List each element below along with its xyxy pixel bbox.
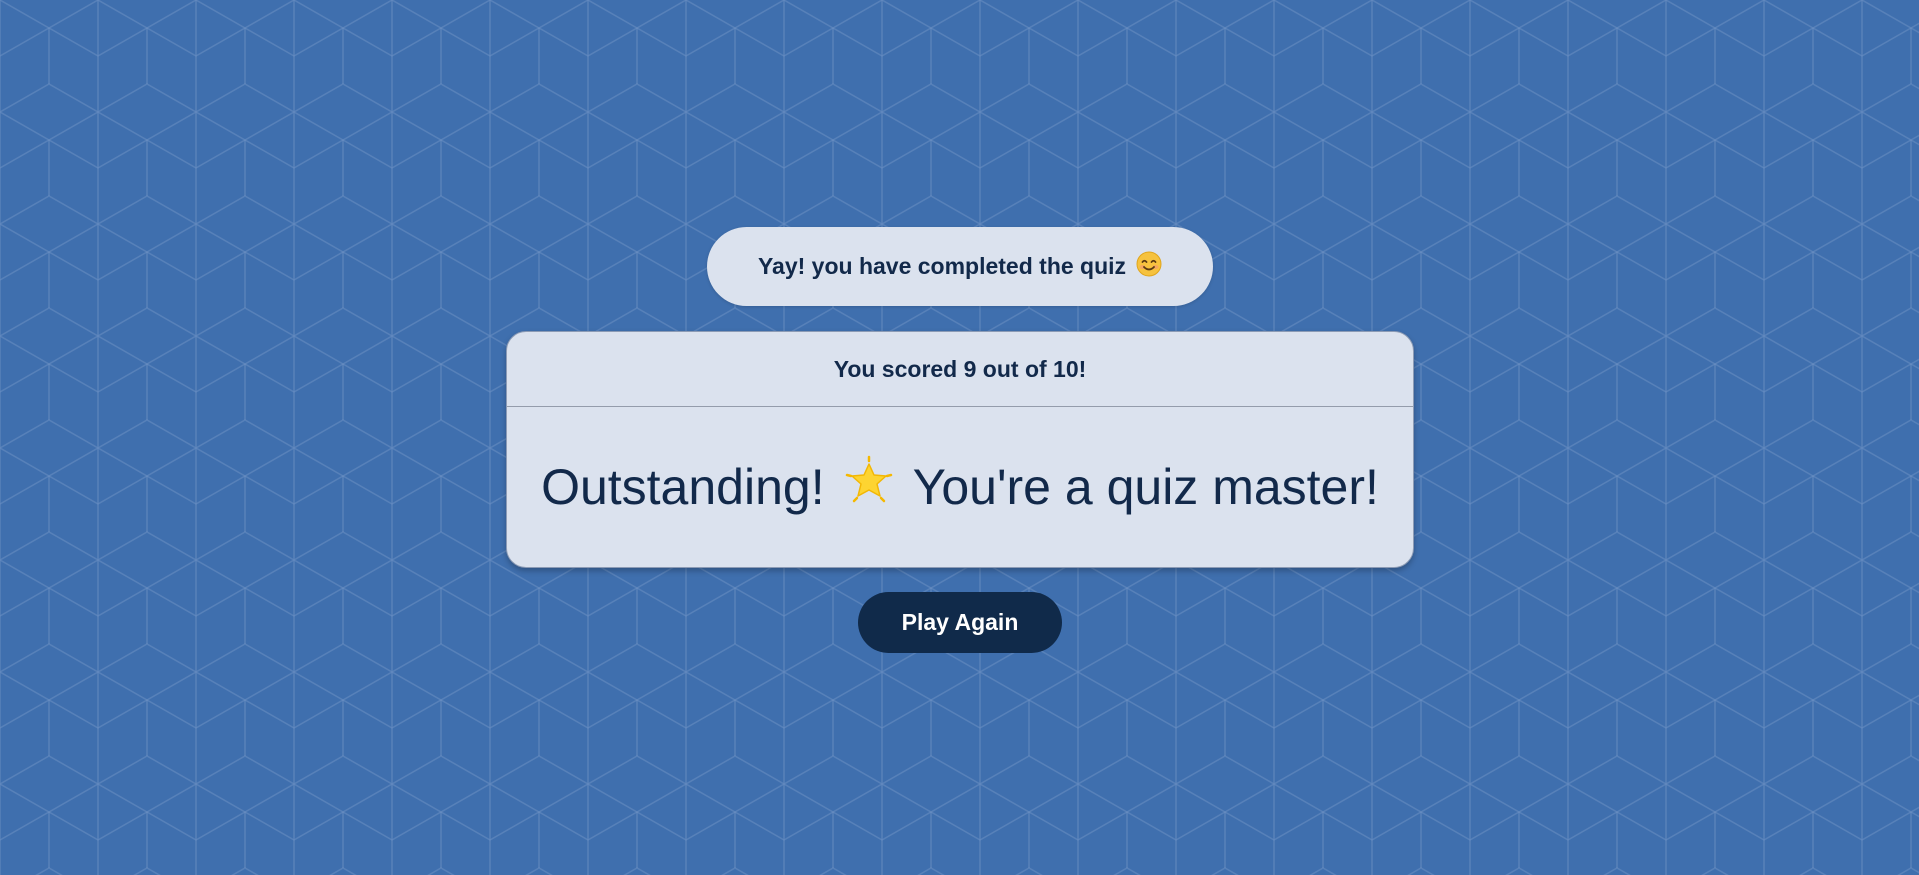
smiling-face-icon — [1136, 251, 1162, 282]
completion-banner: Yay! you have completed the quiz — [707, 227, 1213, 306]
result-message: Outstanding! You're a quiz master! — [541, 455, 1379, 519]
result-message-area: Outstanding! You're a quiz master! — [507, 407, 1413, 567]
completion-message: Yay! you have completed the quiz — [757, 253, 1127, 279]
glowing-star-icon — [843, 455, 895, 519]
result-message-lead: Outstanding! — [541, 459, 825, 515]
result-card: You scored 9 out of 10! Outstanding! You… — [506, 331, 1414, 568]
score-header: You scored 9 out of 10! — [507, 332, 1413, 407]
score-text: You scored 9 out of 10! — [833, 355, 1087, 382]
play-again-button[interactable]: Play Again — [858, 592, 1062, 653]
result-message-tail: You're a quiz master! — [912, 459, 1379, 515]
quiz-result-screen: Yay! you have completed the quiz You sco… — [0, 0, 1919, 875]
